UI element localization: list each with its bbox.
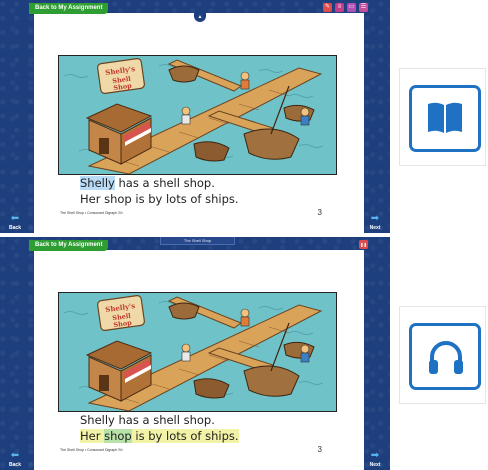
story-illustration: Shelly's Shell Shop — [58, 292, 337, 412]
toolbar-icons: ❚❚ — [359, 240, 368, 249]
page-number: 3 — [317, 208, 322, 217]
page-footer: The Shell Shop • Consonant Digraph Sh — [60, 448, 123, 452]
back-button[interactable]: ⬅ Back — [4, 213, 26, 231]
shop-sign: Shelly's Shell Shop — [97, 295, 145, 331]
book-page: Shelly's Shell Shop Shelly has a shell s… — [34, 13, 364, 233]
read-mode-card[interactable] — [399, 68, 486, 166]
shop-sign: Shelly's Shell Shop — [97, 58, 145, 94]
harbor-scene: Shelly's Shell Shop — [59, 56, 336, 174]
listen-mode-button[interactable] — [409, 323, 481, 390]
book-page: Shelly's Shell Shop Shelly has a shell s… — [34, 250, 364, 470]
reader-panel-read: Shelly's Shell Shop Shelly has a shell s… — [0, 0, 390, 233]
back-button[interactable]: ⬅ Back — [4, 450, 26, 468]
headphones-icon — [429, 341, 463, 374]
read-mode-button[interactable] — [409, 85, 481, 152]
book-title-tab: The Shell Shop — [160, 237, 235, 245]
back-to-assignment-button[interactable]: Back to My Assignment — [29, 3, 109, 14]
arrow-right-icon: ➡ — [370, 213, 380, 224]
arrow-right-icon: ➡ — [370, 450, 380, 461]
story-line-1[interactable]: Shelly has a shell shop. — [80, 176, 215, 190]
arrow-left-icon: ⬅ — [10, 213, 20, 224]
pause-icon[interactable]: ❚❚ — [359, 240, 368, 249]
arrow-left-icon: ⬅ — [10, 450, 20, 461]
highlighted-word[interactable]: shop — [104, 429, 132, 443]
comment-icon[interactable]: ▭ — [347, 3, 356, 12]
reader-panel-listen: Shelly's Shell Shop Shelly has a shell s… — [0, 237, 390, 470]
page-footer: The Shell Shop • Consonant Digraph Sh — [60, 211, 123, 215]
next-button[interactable]: ➡ Next — [364, 450, 386, 468]
pen-icon[interactable]: ✎ — [323, 3, 332, 12]
story-line-2[interactable]: Her shop is by lots of ships. — [80, 429, 239, 443]
page-number: 3 — [317, 445, 322, 454]
harbor-scene: Shelly's Shell Shop — [59, 293, 336, 411]
highlighted-word[interactable]: Shelly — [80, 176, 115, 190]
menu-icon[interactable]: ☰ — [359, 3, 368, 12]
notes-icon[interactable]: ≡ — [335, 3, 344, 12]
toolbar-icons: ✎ ≡ ▭ ☰ — [323, 3, 368, 12]
back-to-assignment-button[interactable]: Back to My Assignment — [29, 240, 109, 251]
next-button[interactable]: ➡ Next — [364, 213, 386, 231]
story-line-2[interactable]: Her shop is by lots of ships. — [80, 192, 239, 206]
story-line-1[interactable]: Shelly has a shell shop. — [80, 413, 215, 427]
story-illustration: Shelly's Shell Shop — [58, 55, 337, 175]
listen-mode-card[interactable] — [399, 306, 486, 404]
book-icon — [428, 102, 462, 133]
